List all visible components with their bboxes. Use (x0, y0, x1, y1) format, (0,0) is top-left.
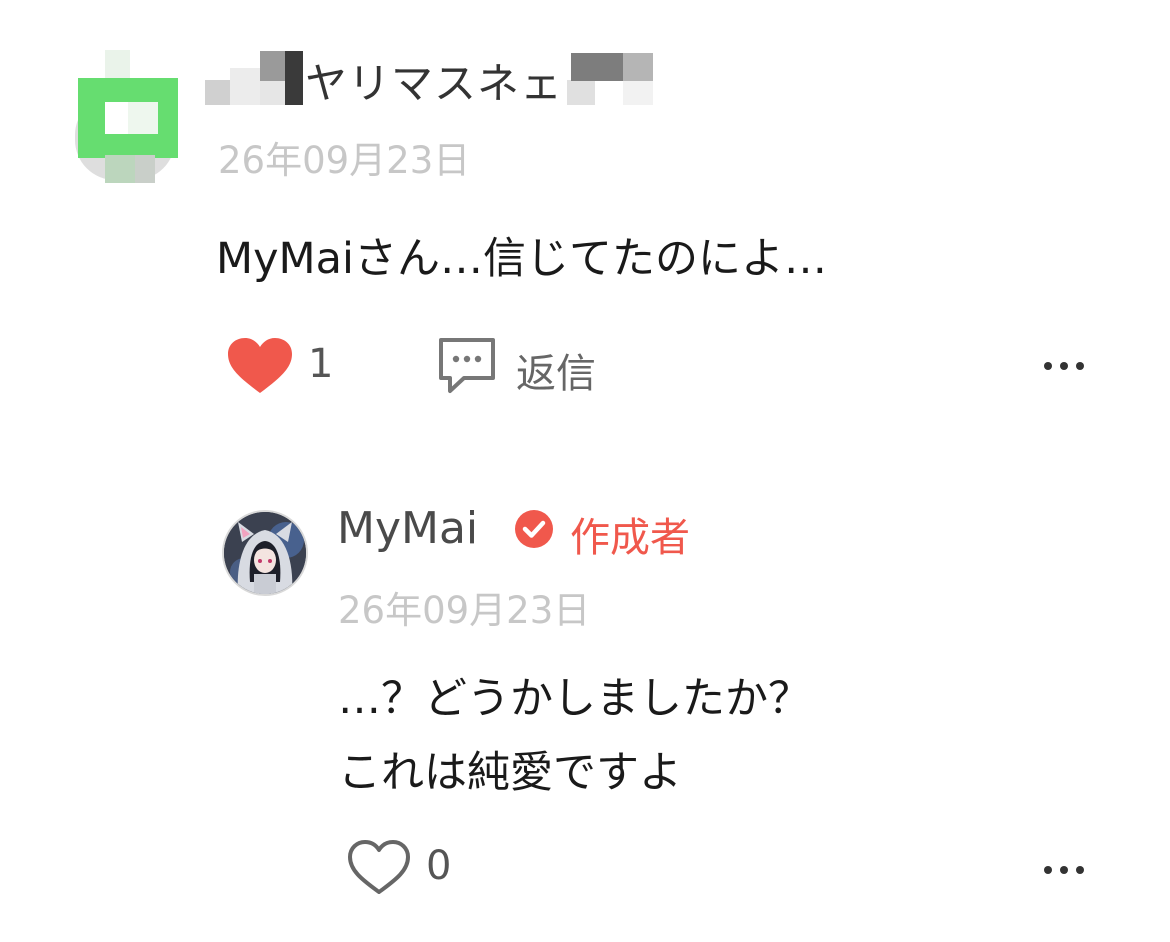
comment-thread: ヤリマスネェ 26年09月23日 MyMaiさん…信じてたのによ… 1 返信 M… (0, 0, 1170, 942)
commenter-name[interactable]: ヤリマスネェ (205, 48, 680, 108)
commenter-name-text: ヤリマスネェ (305, 59, 564, 108)
comment-text: MyMaiさん…信じてたのによ… (216, 234, 827, 284)
reply-author-name[interactable]: MyMai (337, 503, 478, 554)
heart-outline-icon (348, 840, 410, 894)
comment-reply-label[interactable]: 返信 (516, 341, 596, 399)
reply-more-icon[interactable] (1044, 866, 1084, 874)
anime-avatar-icon (224, 512, 306, 594)
comment-like-button[interactable] (226, 336, 294, 396)
comment-more-icon[interactable] (1044, 362, 1084, 370)
commenter-avatar[interactable] (70, 50, 185, 185)
comment-date: 26年09月23日 (218, 139, 471, 182)
heart-filled-icon (228, 338, 292, 393)
reply-text-line1: …？どうかしましたか？ (338, 674, 811, 724)
comment-reply-button[interactable] (436, 336, 498, 396)
reply-author-avatar[interactable] (222, 510, 308, 596)
reply-like-button[interactable] (346, 838, 412, 898)
reply-date: 26年09月23日 (338, 589, 591, 632)
check-badge-icon (515, 510, 553, 548)
author-tag: 作成者 (570, 515, 690, 561)
comment-like-count: 1 (308, 341, 334, 387)
reply-like-count: 0 (426, 843, 452, 889)
reply-text-line2: これは純愛ですよ (338, 748, 682, 798)
speech-bubble-icon (439, 338, 495, 393)
